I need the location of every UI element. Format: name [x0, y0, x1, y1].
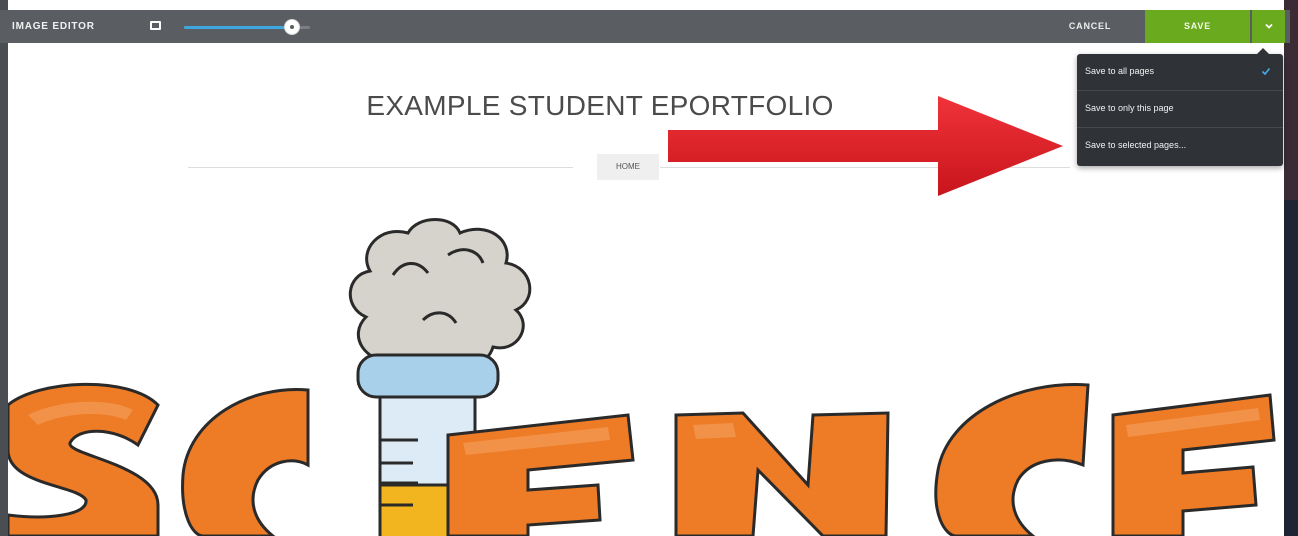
save-options-menu: Save to all pages Save to only this page…	[1077, 48, 1283, 166]
left-window-edge	[0, 0, 8, 536]
slider-thumb[interactable]	[285, 20, 299, 34]
menu-item-save-all-pages[interactable]: Save to all pages	[1077, 54, 1283, 91]
cancel-button[interactable]: CANCEL	[1040, 10, 1140, 43]
menu-item-label: Save to selected pages...	[1085, 140, 1187, 150]
menu-item-label: Save to all pages	[1085, 66, 1155, 76]
menu-item-label: Save to only this page	[1085, 103, 1174, 113]
zoom-slider[interactable]	[184, 20, 314, 34]
smoke-cloud	[348, 218, 532, 374]
save-options-toggle[interactable]	[1252, 10, 1285, 43]
image-editor-toolbar: IMAGE EDITOR CANCEL SAVE	[0, 10, 1290, 43]
chevron-down-icon	[1264, 23, 1273, 29]
red-arrow	[668, 96, 1063, 196]
menu-item-save-selected-pages[interactable]: Save to selected pages...	[1077, 128, 1283, 165]
menu-item-save-this-page[interactable]: Save to only this page	[1077, 91, 1283, 128]
science-illustration	[8, 218, 1276, 536]
toolbar-title: IMAGE EDITOR	[12, 21, 95, 32]
science-letters	[8, 382, 1276, 536]
slider-fill	[184, 26, 292, 29]
nav-item-home[interactable]: HOME	[597, 154, 659, 180]
save-button[interactable]: SAVE	[1145, 10, 1250, 43]
right-window-edge	[1284, 0, 1298, 536]
frame-icon[interactable]	[150, 21, 161, 30]
check-icon	[1261, 67, 1271, 76]
nav-divider-left	[188, 167, 573, 168]
